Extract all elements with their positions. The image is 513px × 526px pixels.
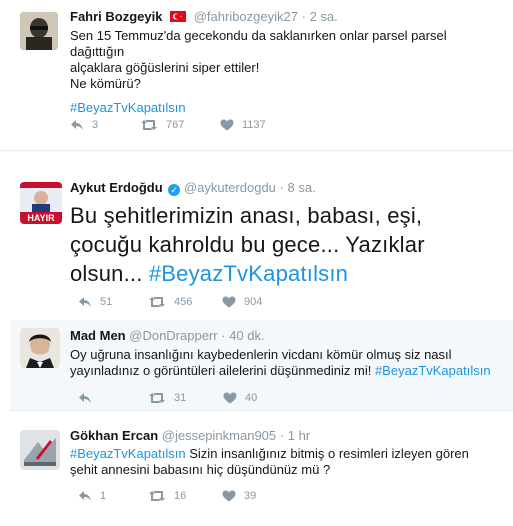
tweet-text-line: Ne kömürü? bbox=[70, 76, 141, 91]
timestamp[interactable]: 2 sa. bbox=[310, 9, 338, 24]
hashtag-link[interactable]: #BeyazTvKapatılsın bbox=[149, 261, 348, 286]
tweet-text: Oy uğruna insanlığını kaybedenlerin vicd… bbox=[70, 347, 503, 379]
tweet-header: Mad Men @DonDrapperr · 40 dk. bbox=[70, 328, 265, 343]
display-name[interactable]: Mad Men bbox=[70, 328, 126, 343]
retweet-count: 16 bbox=[174, 490, 187, 502]
like-icon bbox=[222, 490, 236, 502]
tweet-text-line-with-hashtag: #BeyazTvKapatılsın Sizin insanlığınız bi… bbox=[70, 446, 503, 462]
avatar-badge-text: HAYIR bbox=[27, 213, 55, 223]
avatar[interactable]: HAYIR bbox=[20, 182, 62, 224]
handle[interactable]: @fahribozgeyik27 bbox=[194, 9, 298, 24]
timestamp[interactable]: 8 sa. bbox=[288, 180, 316, 195]
retweet-icon bbox=[149, 491, 165, 501]
tweet-text-line: Bu şehitlerimizin anası, babası, eşi, bbox=[70, 203, 423, 228]
tweet-text-line: Oy uğruna insanlığını kaybedenlerin vicd… bbox=[70, 347, 452, 362]
tweet-text-line: çocuğu kahroldu bu gece... Yazıklar bbox=[70, 232, 425, 257]
retweet-icon bbox=[149, 297, 165, 307]
hashtag-link[interactable]: #BeyazTvKapatılsın bbox=[375, 363, 491, 378]
like-count: 40 bbox=[245, 392, 258, 404]
retweet-icon bbox=[141, 120, 157, 130]
hashtag-link[interactable]: #BeyazTvKapatılsın bbox=[70, 446, 186, 461]
hashtag-link[interactable]: #BeyazTvKapatılsın bbox=[70, 100, 503, 116]
tweet-header: Fahri Bozgeyik @fahribozgeyik27 · 2 sa. bbox=[70, 9, 338, 24]
retweet-button[interactable]: 31 bbox=[148, 392, 186, 404]
tweet-text-segment: olsun... bbox=[70, 261, 143, 286]
handle[interactable]: @aykuterdogdu bbox=[184, 180, 276, 195]
like-button[interactable]: 39 bbox=[222, 490, 256, 502]
reply-icon bbox=[79, 297, 91, 307]
reply-icon bbox=[71, 120, 83, 130]
retweet-button[interactable]: 767 bbox=[140, 119, 184, 131]
like-icon bbox=[222, 296, 236, 308]
verified-icon: ✓ bbox=[168, 184, 181, 196]
avatar-image bbox=[20, 328, 60, 368]
handle[interactable]: @jessepinkman905 bbox=[162, 428, 276, 443]
like-icon bbox=[220, 119, 234, 131]
retweet-button[interactable]: 16 bbox=[148, 490, 186, 502]
tweet-text-segment: yayınladınız o görüntüleri ailelerini dü… bbox=[70, 363, 372, 378]
display-name[interactable]: Gökhan Ercan bbox=[70, 428, 158, 443]
retweet-count: 31 bbox=[174, 392, 187, 404]
handle[interactable]: @DonDrapperr bbox=[129, 328, 217, 343]
tweet-text-line-with-hashtag: olsun... #BeyazTvKapatılsın bbox=[70, 259, 503, 288]
tweet-text-line-with-hashtag: yayınladınız o görüntüleri ailelerini dü… bbox=[70, 363, 503, 379]
avatar[interactable] bbox=[20, 430, 60, 470]
tweet-text: #BeyazTvKapatılsın Sizin insanlığınız bi… bbox=[70, 446, 503, 478]
retweet-icon bbox=[149, 393, 165, 403]
reply-button[interactable]: 1 bbox=[78, 490, 106, 502]
tweet-text: Sen 15 Temmuz'da gecekondu da saklanırke… bbox=[70, 28, 503, 116]
avatar[interactable] bbox=[20, 12, 58, 50]
tweet-header: Gökhan Ercan @jessepinkman905 · 1 hr bbox=[70, 428, 311, 443]
tweet-gokhan: Gökhan Ercan @jessepinkman905 · 1 hr #Be… bbox=[0, 420, 513, 526]
like-icon bbox=[223, 392, 237, 404]
like-count: 39 bbox=[244, 490, 257, 502]
tweet-text-line: Sen 15 Temmuz'da gecekondu da saklanırke… bbox=[70, 28, 447, 59]
tweet-aykut: HAYIR Aykut Erdoğdu ✓ @aykuterdogdu · 8 … bbox=[0, 172, 513, 320]
turkey-flag-icon bbox=[170, 11, 187, 22]
reply-button[interactable]: 51 bbox=[78, 296, 112, 308]
tweet-fahri: Fahri Bozgeyik @fahribozgeyik27 · 2 sa. … bbox=[0, 0, 513, 150]
avatar-image bbox=[20, 12, 58, 50]
reply-button[interactable]: 3 bbox=[70, 119, 98, 131]
tweet-text-segment: Sizin insanlığınız bitmiş o resimleri iz… bbox=[189, 446, 469, 461]
like-count: 1137 bbox=[242, 119, 266, 131]
reply-count: 1 bbox=[100, 490, 107, 502]
tweet-text: Bu şehitlerimizin anası, babası, eşi, ço… bbox=[70, 201, 503, 288]
like-button[interactable]: 1137 bbox=[220, 119, 266, 131]
like-button[interactable]: 904 bbox=[222, 296, 262, 308]
tweet-text-line: alçaklara göğüslerini siper ettiler! bbox=[70, 60, 260, 75]
display-name[interactable]: Fahri Bozgeyik bbox=[70, 9, 162, 24]
tweet-text-line: şehit annesini babasını hiç düşündünüz m… bbox=[70, 462, 331, 477]
tweet-madmen: Mad Men @DonDrapperr · 40 dk. Oy uğruna … bbox=[10, 320, 513, 410]
divider bbox=[0, 150, 513, 151]
reply-count: 3 bbox=[92, 119, 99, 131]
retweet-count: 767 bbox=[166, 119, 185, 131]
reply-icon bbox=[79, 393, 91, 403]
timestamp[interactable]: 40 dk. bbox=[229, 328, 264, 343]
like-count: 904 bbox=[244, 296, 263, 308]
avatar[interactable] bbox=[20, 328, 60, 368]
retweet-button[interactable]: 456 bbox=[148, 296, 192, 308]
avatar-image bbox=[20, 430, 60, 470]
tweet-header: Aykut Erdoğdu ✓ @aykuterdogdu · 8 sa. bbox=[70, 180, 316, 196]
divider bbox=[10, 410, 513, 411]
timestamp[interactable]: 1 hr bbox=[288, 428, 310, 443]
reply-button[interactable] bbox=[78, 392, 100, 404]
reply-count: 51 bbox=[100, 296, 113, 308]
like-button[interactable]: 40 bbox=[223, 392, 257, 404]
retweet-count: 456 bbox=[174, 296, 193, 308]
reply-icon bbox=[79, 491, 91, 501]
display-name[interactable]: Aykut Erdoğdu bbox=[70, 180, 163, 195]
